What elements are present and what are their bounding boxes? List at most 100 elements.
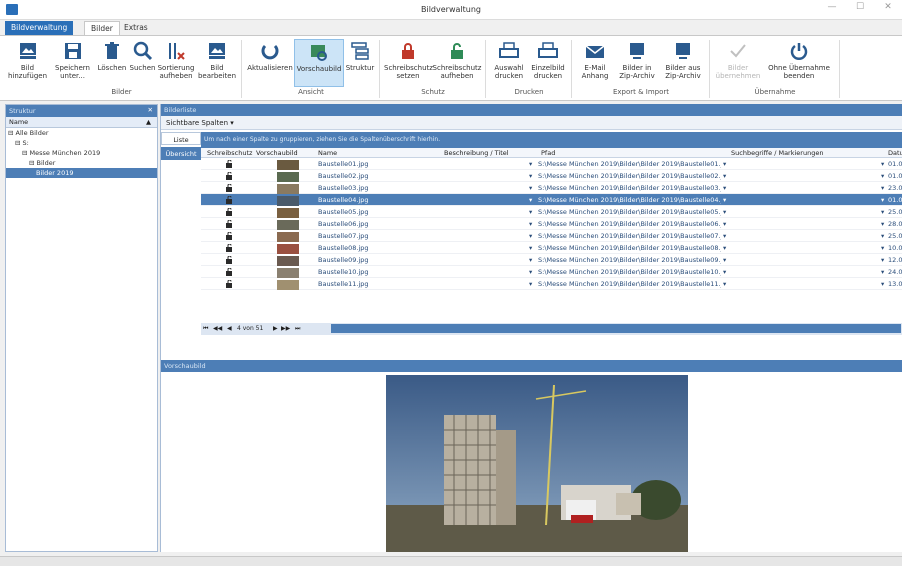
tree-item[interactable]: ⊟ Messe München 2019 (6, 148, 157, 158)
close-icon[interactable]: ✕ (148, 106, 153, 114)
chevron-down-icon[interactable]: ▾ (723, 232, 726, 240)
chevron-down-icon[interactable]: ▾ (881, 220, 884, 228)
save-button[interactable]: Speichern unter... (50, 39, 95, 87)
minimize-button[interactable]: — (818, 2, 846, 18)
table-row[interactable]: Baustelle09.jpg ▾ S:\Messe München 2019\Bi… (201, 254, 902, 266)
unlock-icon[interactable] (226, 171, 233, 180)
unlock-icon[interactable] (226, 207, 233, 216)
lock-button[interactable]: Schreibschutz setzen (384, 39, 433, 87)
table-row[interactable]: Baustelle03.jpg ▾ S:\Messe München 2019\Bi… (201, 182, 902, 194)
table-row[interactable]: Baustelle02.jpg ▾ S:\Messe München 2019\Bi… (201, 170, 902, 182)
chevron-down-icon[interactable]: ▾ (723, 160, 726, 168)
chevron-down-icon[interactable]: ▾ (881, 208, 884, 216)
chevron-down-icon[interactable]: ▾ (529, 256, 532, 264)
tree-item[interactable]: ⊟ Alle Bilder (6, 128, 157, 138)
column-header[interactable]: Datu (888, 149, 902, 157)
tab-liste[interactable]: Liste (161, 132, 201, 145)
prev-page-button[interactable]: ◀◀ (213, 325, 222, 332)
trash-button[interactable]: Löschen (95, 39, 129, 87)
chevron-down-icon[interactable]: ▾ (723, 184, 726, 192)
chevron-down-icon[interactable]: ▾ (881, 256, 884, 264)
next-button[interactable]: ▶ (273, 325, 278, 332)
table-row[interactable]: Baustelle08.jpg ▾ S:\Messe München 2019\Bi… (201, 242, 902, 254)
chevron-down-icon[interactable]: ▾ (723, 208, 726, 216)
table-row[interactable]: ›Baustelle04.jpg▾S:\Messe München 2019\B… (201, 194, 902, 206)
print-single-button[interactable]: Einzelbild drucken (528, 39, 568, 87)
image-add-button[interactable]: Bild hinzufügen (5, 39, 50, 87)
unlock-icon[interactable] (226, 183, 233, 192)
tab-bilder[interactable]: Bilder (84, 21, 120, 35)
chevron-down-icon[interactable]: ▾ (529, 232, 532, 240)
column-header[interactable]: Beschreibung / Titel (444, 149, 509, 157)
chevron-down-icon[interactable]: ▾ (723, 244, 726, 252)
table-row[interactable]: Baustelle11.jpg ▾ S:\Messe München 2019\Bi… (201, 278, 902, 290)
chevron-down-icon[interactable]: ▾ (723, 196, 726, 204)
close-button[interactable]: ✕ (874, 2, 902, 18)
chevron-down-icon[interactable]: ▾ (529, 280, 532, 288)
chevron-down-icon[interactable]: ▾ (881, 244, 884, 252)
table-row[interactable]: Baustelle06.jpg ▾ S:\Messe München 2019\Bi… (201, 218, 902, 230)
chevron-down-icon[interactable]: ▾ (881, 184, 884, 192)
refresh-button[interactable]: Aktualisieren (246, 39, 294, 87)
column-header[interactable]: Schreibschutz (207, 149, 252, 157)
table-row[interactable]: Baustelle07.jpg ▾ S:\Messe München 2019\Bi… (201, 230, 902, 242)
zip-import-button[interactable]: Bilder aus Zip-Archiv (660, 39, 706, 87)
power-button[interactable]: Ohne Übernahme beenden (762, 39, 836, 87)
preview-button[interactable]: Vorschaubild (294, 39, 344, 87)
unlock-icon[interactable] (226, 267, 233, 276)
chevron-down-icon[interactable]: ▾ (881, 232, 884, 240)
zip-export-button[interactable]: Bilder in Zip-Archiv (614, 39, 660, 87)
unlock-icon[interactable] (226, 255, 233, 264)
chevron-down-icon[interactable]: ▾ (529, 220, 532, 228)
chevron-down-icon[interactable]: ▾ (881, 172, 884, 180)
tab-bildverwaltung[interactable]: Bildverwaltung (5, 21, 74, 35)
chevron-down-icon[interactable]: ▾ (881, 268, 884, 276)
structure-column-header[interactable]: Name ▲ (6, 117, 157, 128)
chevron-down-icon[interactable]: ▾ (529, 208, 532, 216)
tab-extras[interactable]: Extras (118, 21, 154, 35)
column-header[interactable]: Pfad (541, 149, 555, 157)
sort-clear-button[interactable]: Sortierung aufheben (156, 39, 196, 87)
visible-columns-dropdown[interactable]: Sichtbare Spalten ▾ (166, 119, 234, 127)
search-button[interactable]: Suchen (129, 39, 156, 87)
chevron-down-icon[interactable]: ▾ (529, 268, 532, 276)
tree-item[interactable]: ⊟ Bilder (6, 158, 157, 168)
unlock-button[interactable]: Schreibschutz aufheben (432, 39, 482, 87)
chevron-down-icon[interactable]: ▾ (529, 160, 532, 168)
unlock-icon[interactable] (226, 219, 233, 228)
unlock-icon[interactable] (226, 231, 233, 240)
column-header[interactable]: Suchbegriffe / Markierungen (731, 149, 823, 157)
column-header[interactable]: Name (318, 149, 337, 157)
last-page-button[interactable]: ⏭ (295, 325, 300, 333)
mail-button[interactable]: E-Mail Anhang (576, 39, 614, 87)
chevron-down-icon[interactable]: ▾ (723, 268, 726, 276)
chevron-down-icon[interactable]: ▾ (529, 172, 532, 180)
chevron-down-icon[interactable]: ▾ (881, 196, 884, 204)
chevron-down-icon[interactable]: ▾ (881, 160, 884, 168)
image-edit-button[interactable]: Bild bearbeiten (196, 39, 238, 87)
table-row[interactable]: Baustelle01.jpg ▾ S:\Messe München 2019\Bi… (201, 158, 902, 170)
unlock-icon[interactable] (226, 243, 233, 252)
tree-item[interactable]: ⊟ S: (6, 138, 157, 148)
chevron-down-icon[interactable]: ▾ (529, 196, 532, 204)
maximize-button[interactable]: ☐ (846, 2, 874, 18)
structure-button[interactable]: Struktur (344, 39, 376, 87)
next-page-button[interactable]: ▶▶ (281, 325, 290, 332)
unlock-icon[interactable] (226, 279, 233, 288)
chevron-down-icon[interactable]: ▾ (723, 256, 726, 264)
chevron-down-icon[interactable]: ▾ (723, 172, 726, 180)
print-selection-button[interactable]: Auswahl drucken (490, 39, 528, 87)
chevron-down-icon[interactable]: ▾ (881, 280, 884, 288)
column-header[interactable]: Vorschaubild (256, 149, 298, 157)
chevron-down-icon[interactable]: ▾ (723, 220, 726, 228)
unlock-icon[interactable] (226, 159, 233, 168)
chevron-down-icon[interactable]: ▾ (529, 244, 532, 252)
tree-item[interactable]: Bilder 2019 (6, 168, 157, 178)
unlock-icon[interactable] (226, 195, 233, 204)
chevron-down-icon[interactable]: ▾ (723, 280, 726, 288)
first-page-button[interactable]: ⏮ (203, 325, 208, 333)
chevron-down-icon[interactable]: ▾ (529, 184, 532, 192)
horizontal-scrollbar[interactable] (331, 324, 901, 333)
tab-uebersicht[interactable]: Übersicht (161, 147, 201, 160)
prev-button[interactable]: ◀ (227, 325, 232, 332)
